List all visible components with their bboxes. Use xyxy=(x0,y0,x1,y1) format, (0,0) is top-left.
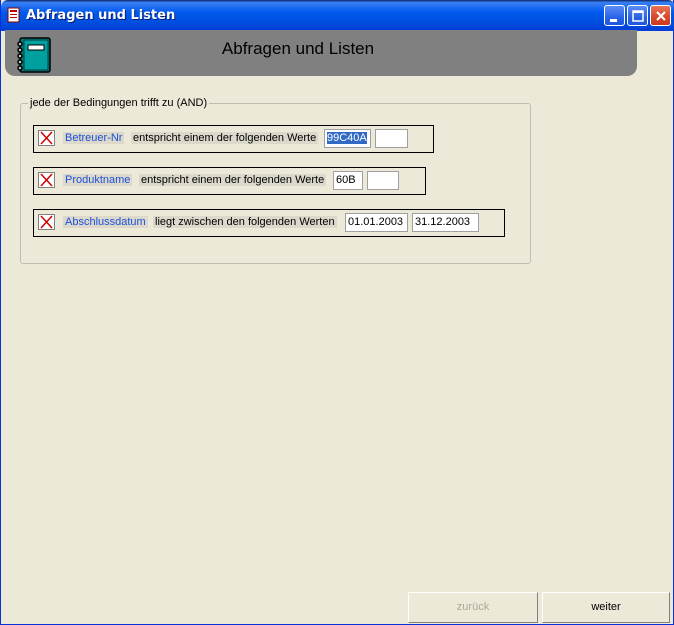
condition-value-input[interactable]: 60B xyxy=(333,171,363,190)
condition-value-input[interactable] xyxy=(375,129,408,148)
close-button[interactable] xyxy=(650,5,671,26)
delete-condition-button[interactable] xyxy=(38,214,55,230)
delete-icon xyxy=(40,173,53,187)
condition-value-input[interactable]: 01.01.2003 xyxy=(345,213,408,232)
condition-field-link[interactable]: Produktname xyxy=(63,174,133,186)
condition-value-input[interactable] xyxy=(367,171,399,190)
condition-operator: liegt zwischen den folgenden Werten xyxy=(153,216,337,228)
condition-value-input[interactable]: 31.12.2003 xyxy=(412,213,479,232)
back-button[interactable]: zurück xyxy=(408,592,538,623)
delete-icon xyxy=(40,131,53,145)
minimize-button[interactable] xyxy=(604,5,625,26)
delete-condition-button[interactable] xyxy=(38,172,55,188)
app-window: Abfragen und Listen Abfragen und Listen … xyxy=(0,0,674,625)
condition-operator: entspricht einem der folgenden Werte xyxy=(139,174,327,186)
condition-row-betreuer: Betreuer-Nr entspricht einem der folgend… xyxy=(33,125,434,153)
page-title: Abfragen und Listen xyxy=(221,39,375,58)
app-icon xyxy=(7,7,20,23)
window-title: Abfragen und Listen xyxy=(26,8,176,23)
condition-row-abschluss: Abschlussdatum liegt zwischen den folgen… xyxy=(33,209,505,237)
close-icon xyxy=(656,11,666,21)
maximize-icon xyxy=(632,10,644,22)
minimize-icon xyxy=(610,19,617,22)
group-label: jede der Bedingungen trifft zu (AND) xyxy=(28,97,210,109)
next-button[interactable]: weiter xyxy=(542,592,670,623)
condition-row-produkt: Produktname entspricht einem der folgend… xyxy=(33,167,426,195)
title-bar[interactable]: Abfragen und Listen xyxy=(1,0,674,31)
condition-operator: entspricht einem der folgenden Werte xyxy=(131,132,319,144)
maximize-button[interactable] xyxy=(627,5,648,26)
delete-icon xyxy=(40,215,53,229)
condition-value-input[interactable]: 99C40A xyxy=(324,129,371,148)
condition-field-link[interactable]: Betreuer-Nr xyxy=(63,132,125,144)
delete-condition-button[interactable] xyxy=(38,130,55,146)
condition-field-link[interactable]: Abschlussdatum xyxy=(63,216,148,228)
